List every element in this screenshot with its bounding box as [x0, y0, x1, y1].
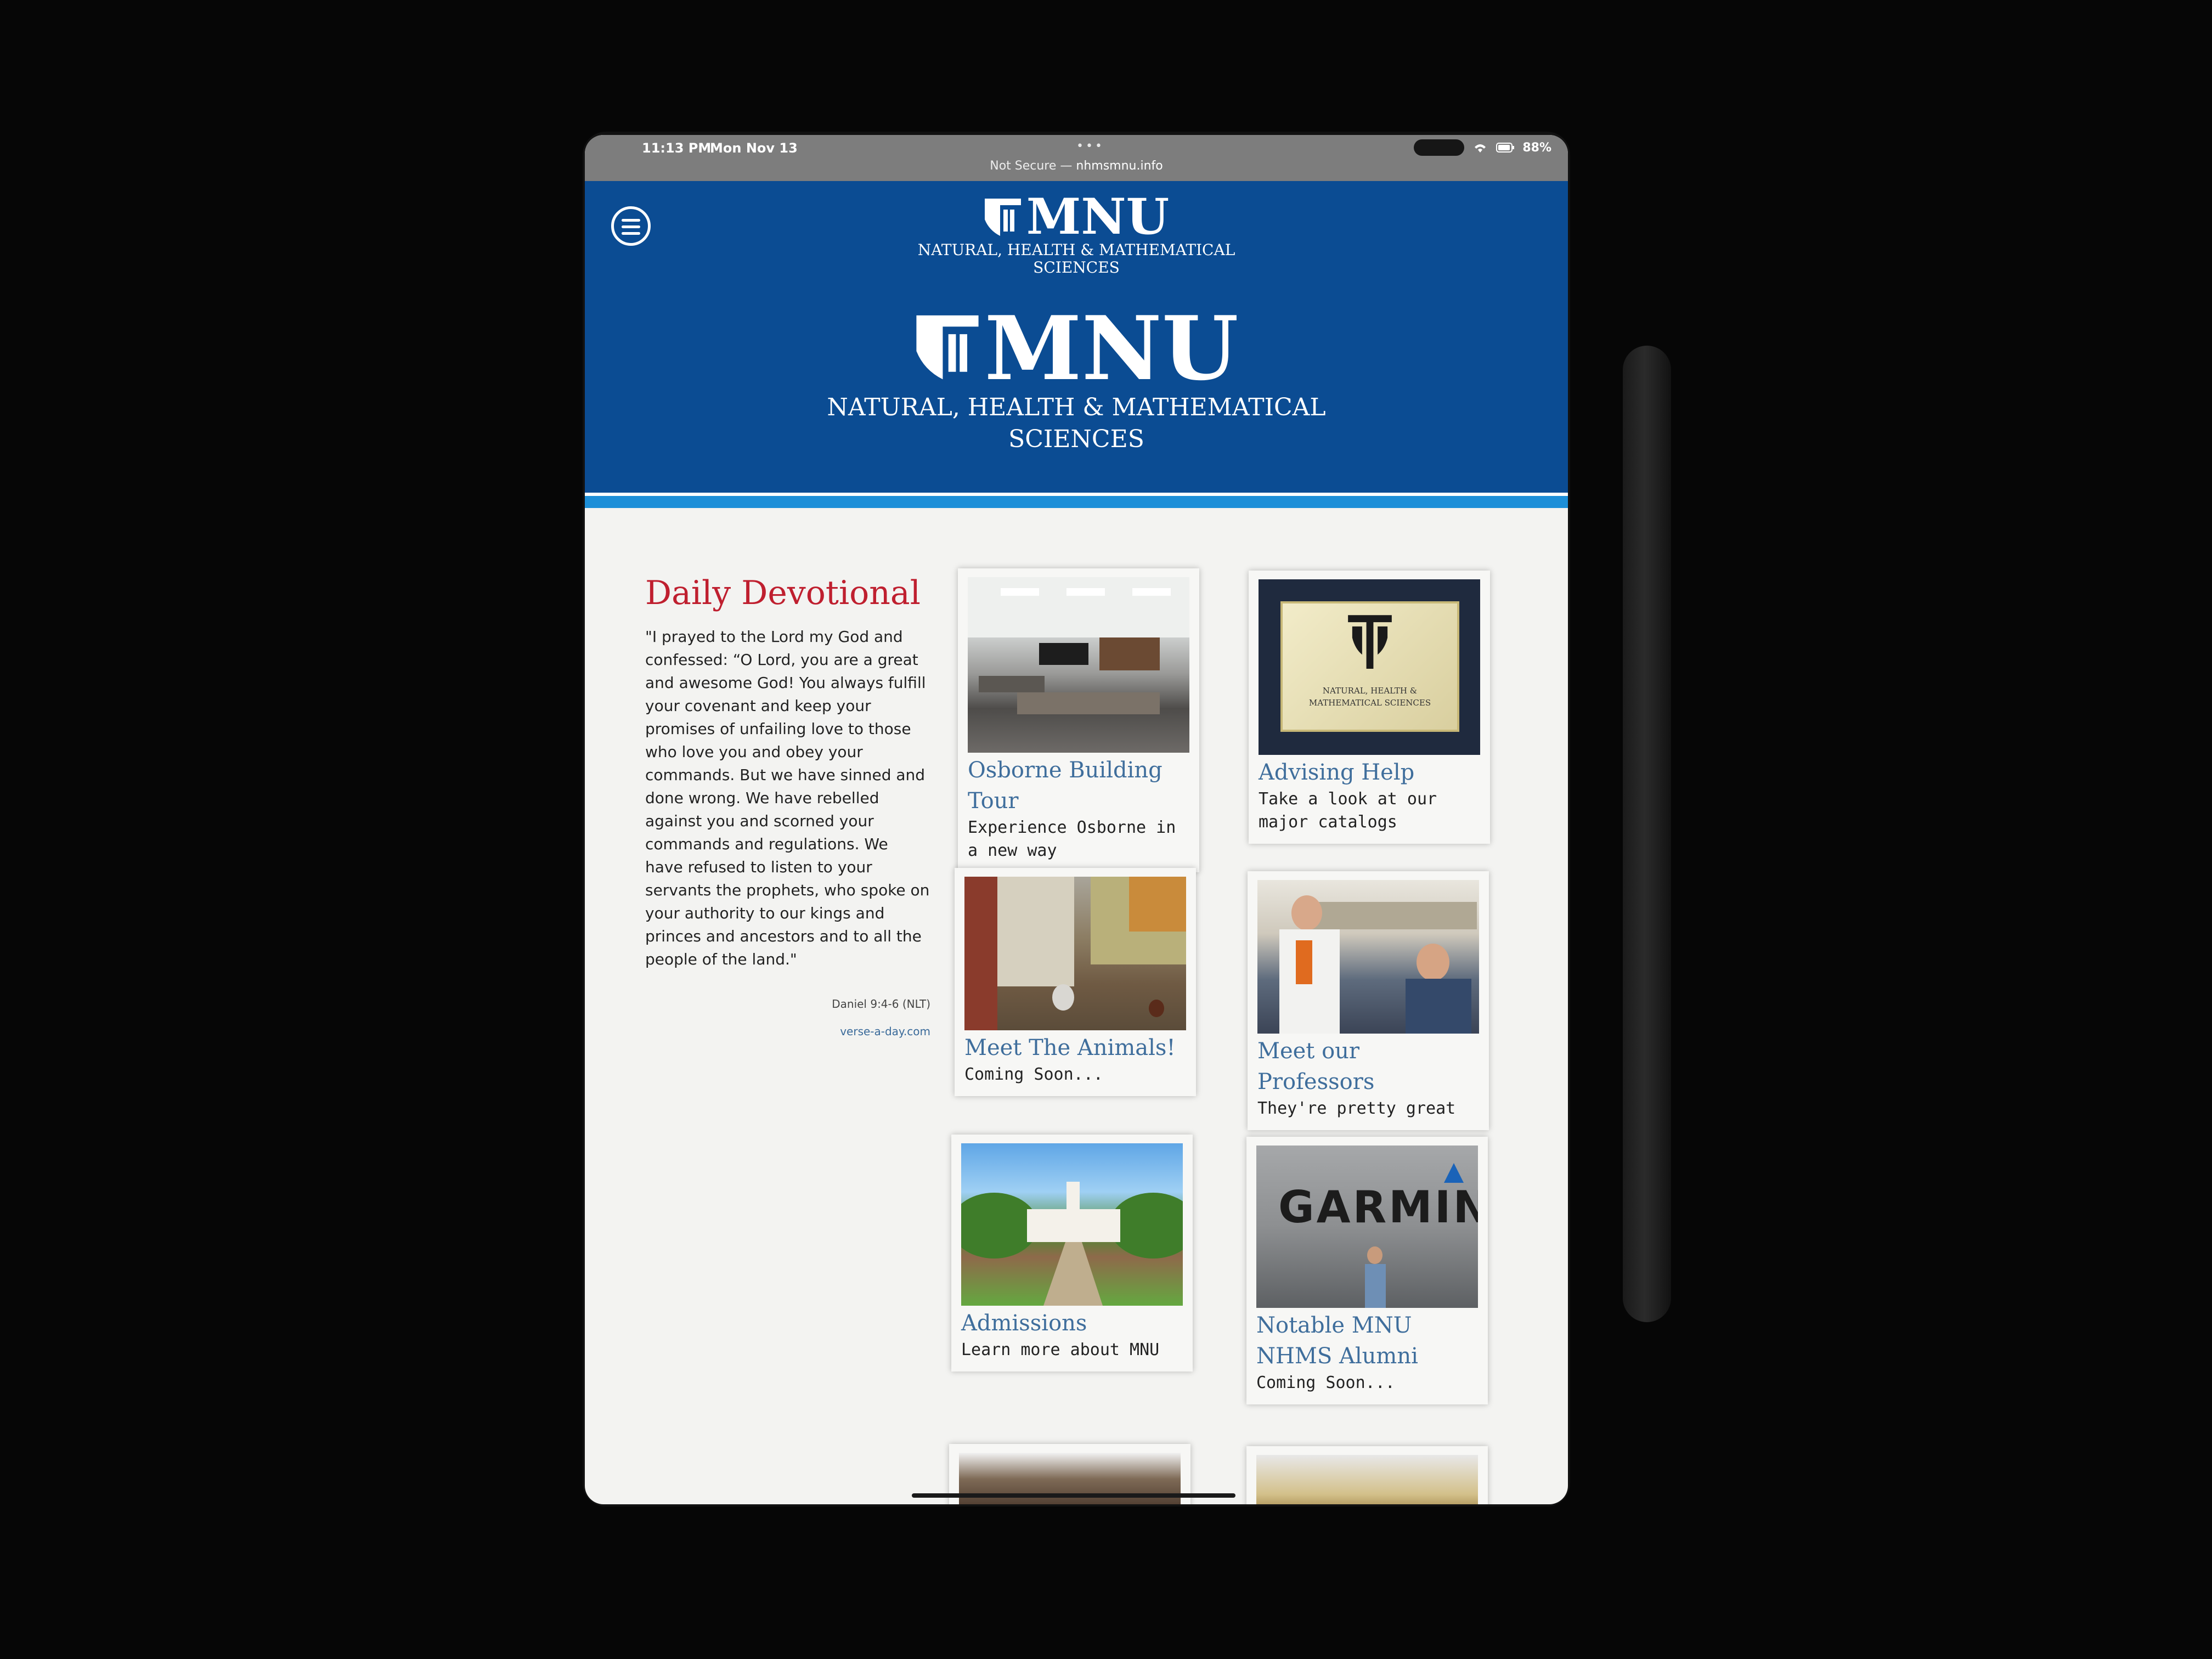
campus-aerial-photo — [961, 1143, 1183, 1306]
card-meet-animals[interactable]: Meet The Animals! Coming Soon... — [955, 868, 1196, 1096]
plaque-line-1: NATURAL, HEALTH & — [1322, 686, 1418, 696]
card-admissions[interactable]: Admissions Learn more about MNU — [951, 1135, 1193, 1372]
devotional-source-link[interactable]: verse-a-day.com — [645, 1025, 930, 1038]
garmin-building-photo: GARMIN — [1256, 1146, 1478, 1308]
header-logo-small[interactable]: MNU NATURAL, HEALTH & MATHEMATICAL SCIEN… — [585, 192, 1568, 276]
card-notable-alumni[interactable]: GARMIN Notable MNU NHMS Alumni Coming So… — [1246, 1137, 1488, 1404]
card-title: Osborne Building Tour — [968, 758, 1163, 814]
header-logo-large: MNU NATURAL, HEALTH & MATHEMATICAL SCIEN… — [585, 297, 1568, 453]
card-meet-professors[interactable]: Meet our Professors They're pretty great — [1248, 871, 1489, 1130]
logo-subtitle-line2: SCIENCES — [1008, 425, 1144, 453]
card-title: Meet The Animals! — [964, 1035, 1176, 1060]
coop-illustration — [964, 877, 1186, 1030]
multitasking-dots[interactable]: ••• — [1076, 139, 1104, 153]
logo-subtitle-line1: NATURAL, HEALTH & MATHEMATICAL — [917, 241, 1235, 259]
card-description: Coming Soon... — [964, 1065, 1103, 1084]
home-indicator[interactable] — [912, 1493, 1235, 1498]
campus-illustration — [961, 1182, 1183, 1306]
main-content: Daily Devotional "I prayed to the Lord m… — [585, 508, 1568, 1504]
mnu-shield-icon — [916, 315, 979, 380]
site-header: MNU NATURAL, HEALTH & MATHEMATICAL SCIEN… — [585, 181, 1568, 493]
card-description: Learn more about MNU — [961, 1340, 1160, 1359]
logo-wordmark: MNU — [984, 297, 1239, 400]
devotional-title: Daily Devotional — [645, 574, 921, 612]
wifi-icon — [1475, 144, 1486, 153]
card-title: Advising Help — [1259, 760, 1415, 785]
card-partial-right[interactable] — [1246, 1446, 1488, 1504]
mnu-shield-icon — [1348, 615, 1392, 669]
status-icons: 88% — [1414, 139, 1551, 156]
classroom-photo — [968, 577, 1189, 753]
brass-instrument-photo — [1256, 1455, 1478, 1504]
classroom-illustration — [968, 577, 1189, 714]
card-advising-help[interactable]: NATURAL, HEALTH & MATHEMATICAL SCIENCES … — [1249, 571, 1490, 844]
devotional-text: "I prayed to the Lord my God and confess… — [645, 628, 930, 968]
header-accent-bar — [585, 493, 1568, 508]
card-description: They're pretty great — [1257, 1099, 1456, 1118]
plaque-line-2: MATHEMATICAL SCIENCES — [1308, 698, 1431, 708]
ipad-screen: 11:13 PM Mon Nov 13 ••• Not Secure — nhm… — [585, 135, 1568, 1504]
card-osborne-tour[interactable]: Osborne Building Tour Experience Osborne… — [958, 568, 1199, 872]
logo-subtitle-line2: SCIENCES — [1033, 258, 1120, 276]
security-label: Not Secure — — [990, 159, 1073, 173]
professors-lab-photo — [1257, 880, 1479, 1034]
status-bar: 11:13 PM Mon Nov 13 ••• Not Secure — nhm… — [585, 135, 1568, 181]
department-plaque: NATURAL, HEALTH & MATHEMATICAL SCIENCES — [1280, 601, 1459, 732]
card-description: Take a look at our major catalogs — [1259, 789, 1437, 832]
devotional-reference: Daniel 9:4-6 (NLT) — [832, 997, 930, 1011]
url-host: nhmsmnu.info — [1076, 159, 1163, 173]
status-date: Mon Nov 13 — [710, 140, 798, 156]
alumnus-figure — [1365, 1246, 1386, 1308]
card-description: Coming Soon... — [1256, 1373, 1395, 1392]
card-title: Notable MNU NHMS Alumni — [1256, 1313, 1418, 1369]
ipad-device: 11:13 PM Mon Nov 13 ••• Not Secure — nhm… — [583, 132, 1570, 1506]
address-bar[interactable]: Not Secure — nhmsmnu.info — [585, 159, 1568, 173]
battery-icon — [1496, 143, 1515, 153]
apple-pencil — [1623, 346, 1671, 1322]
camera-indicator-icon — [1414, 139, 1465, 156]
mnu-shield-icon — [984, 199, 1021, 236]
status-time: 11:13 PM — [642, 140, 712, 156]
lab-illustration — [1279, 895, 1477, 1034]
card-description: Experience Osborne in a new way — [968, 818, 1176, 860]
logo-subtitle-line1: NATURAL, HEALTH & MATHEMATICAL — [827, 393, 1326, 421]
daily-devotional: Daily Devotional "I prayed to the Lord m… — [645, 574, 930, 1038]
chicken-coop-photo — [964, 877, 1186, 1030]
card-title: Admissions — [961, 1311, 1087, 1336]
department-plaque-photo: NATURAL, HEALTH & MATHEMATICAL SCIENCES — [1259, 579, 1480, 755]
logo-wordmark: MNU — [1026, 188, 1170, 246]
battery-percent: 88% — [1522, 140, 1551, 155]
card-title: Meet our Professors — [1257, 1039, 1375, 1094]
